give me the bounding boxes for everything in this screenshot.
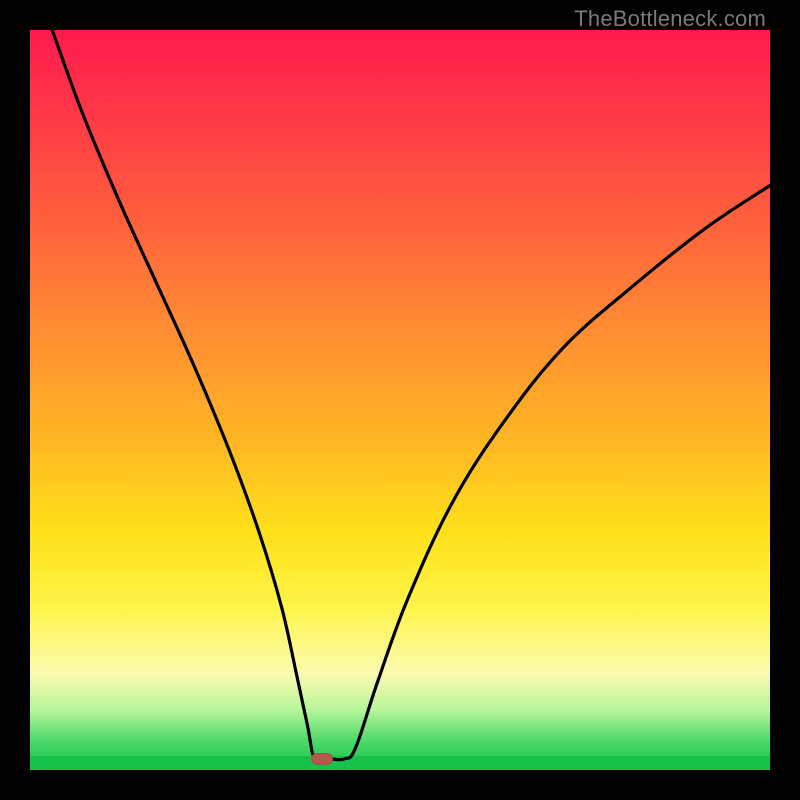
chart-frame: TheBottleneck.com	[0, 0, 800, 800]
plot-area	[30, 30, 770, 770]
bottleneck-curve	[30, 30, 770, 770]
optimum-marker	[311, 753, 333, 765]
watermark-text: TheBottleneck.com	[574, 6, 766, 32]
